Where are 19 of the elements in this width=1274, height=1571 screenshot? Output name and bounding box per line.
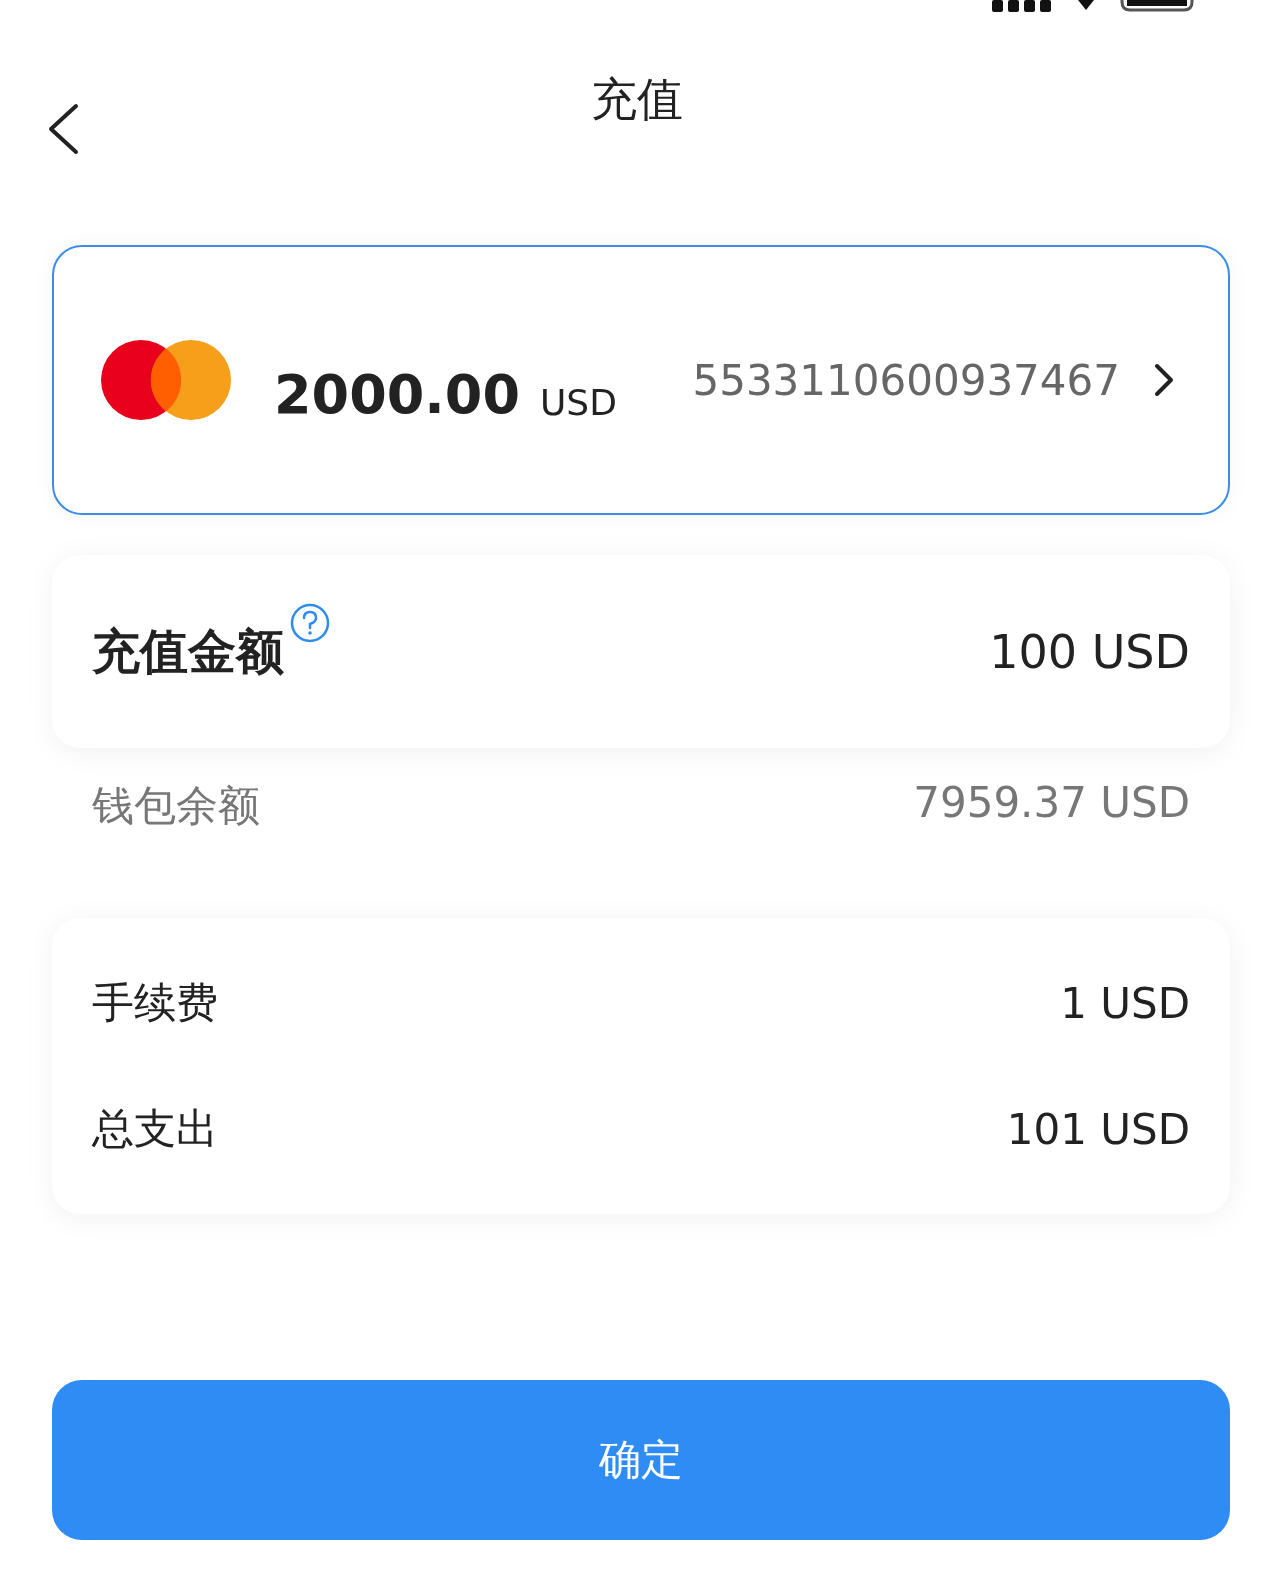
payment-card[interactable]: 2000.00 USD 5533110600937467 [52,245,1230,515]
wallet-label: 钱包余额 [92,780,260,832]
card-balance: 2000.00 [274,362,520,426]
chevron-right-icon [1154,363,1174,397]
fee-value: 1 USD [1060,978,1190,1028]
balance-currency: USD [539,381,617,423]
back-icon[interactable] [46,103,80,155]
page-title: 充值 [591,71,683,128]
wallet-value: 7959.37 USD [913,778,1190,829]
fee-value: 101 USD [1006,1104,1190,1154]
amount-value: 100 USD [989,624,1190,679]
fee-label: 手续费 [92,977,218,1029]
battery-icon [1120,0,1194,12]
help-icon[interactable] [290,602,330,643]
signal-icon [992,0,1052,14]
card-number: 5533110600937467 [692,355,1120,405]
fee-label: 总支出 [92,1103,218,1155]
card-logo-icon [100,339,232,421]
amount-label: 充值金额 [92,621,284,681]
